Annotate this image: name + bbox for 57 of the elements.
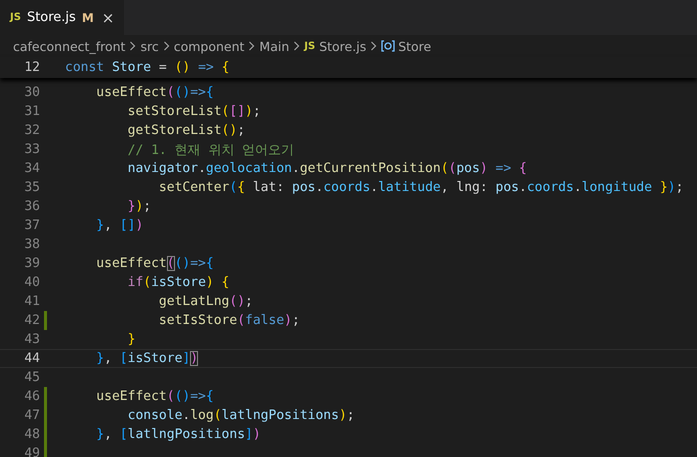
code-line: }, [latlngPositions]) — [95, 427, 261, 442]
line-number: 32 — [23, 123, 40, 138]
code-line: } — [126, 332, 136, 347]
breadcrumb-item[interactable]: src — [140, 38, 159, 54]
line-number: 30 — [23, 85, 40, 100]
line-number: 12 — [23, 60, 40, 75]
breadcrumb-item[interactable]: Main — [259, 38, 290, 54]
code-line: useEffect(()=>{ — [95, 85, 214, 100]
line-number: 49 — [23, 446, 40, 457]
javascript-file-icon: JS — [10, 12, 21, 23]
code-line: const Store = () => { — [65, 60, 230, 75]
code-line: navigator.geolocation.getCurrentPosition((pos) => { — [126, 161, 527, 176]
close-button[interactable]: × — [102, 8, 114, 26]
chevron-icon — [129, 41, 136, 51]
chevron-icon — [248, 41, 256, 51]
code-line: setStoreList([]); — [126, 104, 261, 119]
chevron-icon — [162, 41, 170, 51]
line-number: 36 — [23, 199, 40, 214]
code-line: getStoreList(); — [126, 123, 246, 138]
code-line: }); — [126, 199, 152, 214]
tab-label: Store.js — [26, 10, 76, 25]
line-number: 39 — [23, 256, 40, 271]
line-number: 31 — [23, 104, 40, 119]
chevron-icon — [293, 41, 300, 51]
line-number: 45 — [23, 370, 40, 385]
code-line: // 1. 현재 위치 얻어오기 — [126, 142, 294, 158]
code-line: setCenter({ lat: pos.coords.latitude, lng: pos.coords.longitude }); — [158, 180, 684, 195]
chevron-icon — [370, 41, 378, 51]
line-number: 35 — [23, 180, 40, 195]
code-line: useEffect(()=>{ — [95, 389, 214, 404]
line-number: 43 — [23, 332, 40, 347]
modified-indicator: M — [82, 10, 94, 24]
line-number: 47 — [23, 408, 40, 423]
editor-tab[interactable]: JS Store.js M × — [0, 0, 124, 35]
line-number: 41 — [23, 294, 40, 309]
breadcrumb-item[interactable]: component — [174, 38, 244, 54]
line-number: 48 — [23, 427, 40, 442]
breadcrumb-item[interactable]: cafeconnect_front — [13, 38, 126, 54]
code-line: }, [isStore]) — [95, 351, 198, 366]
line-number: 38 — [23, 237, 40, 252]
line-number: 37 — [23, 218, 40, 233]
breadcrumb-item[interactable]: Store — [398, 38, 432, 54]
symbol-icon — [381, 40, 396, 52]
line-number: 34 — [23, 161, 40, 176]
javascript-file-icon: JS — [304, 40, 316, 52]
line-number: 46 — [23, 389, 40, 404]
line-number: 42 — [23, 313, 40, 328]
code-line: useEffect(()=>{ — [95, 256, 214, 271]
line-number: 44 — [23, 351, 40, 366]
line-number: 40 — [23, 275, 40, 290]
code-line: setIsStore(false); — [158, 313, 300, 328]
breadcrumb-item[interactable]: Store.js — [319, 38, 366, 54]
line-number: 33 — [23, 142, 40, 157]
code-line: getLatLng(); — [158, 294, 253, 309]
code-line: console.log(latlngPositions); — [126, 408, 355, 423]
code-line: }, []) — [95, 218, 144, 233]
code-line: if(isStore) { — [126, 275, 230, 290]
